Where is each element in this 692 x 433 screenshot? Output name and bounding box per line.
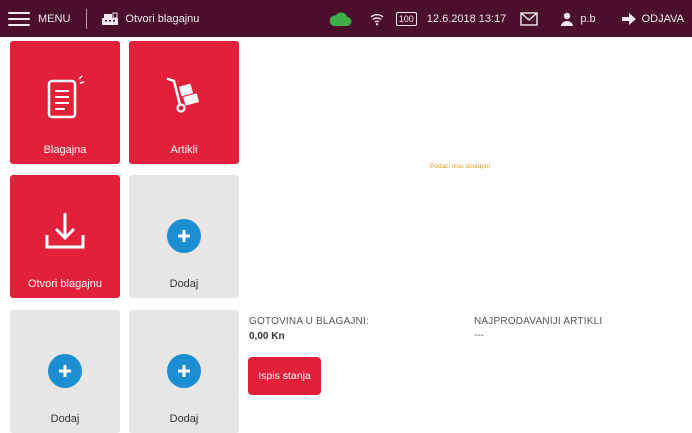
cash-register-icon — [102, 12, 119, 25]
logout-button[interactable]: ODJAVA — [621, 0, 684, 37]
tile-label: Artikli — [170, 144, 198, 156]
top-items-value: --- — [474, 330, 484, 341]
tile-label: Dodaj — [169, 413, 199, 425]
user-icon — [561, 12, 574, 26]
hand-truck-icon — [129, 75, 239, 115]
cash-label: GOTOVINA U BLAGAJNI: — [249, 316, 369, 327]
tile-label: Dodaj — [50, 413, 80, 425]
cash-value: 0,00 Kn — [249, 331, 285, 342]
chart-empty-message: Podaci nisu dostupni — [430, 163, 490, 170]
tile-artikli[interactable]: Artikli — [129, 41, 239, 164]
current-page: Otvori blagajnu — [101, 12, 199, 26]
logout-label: ODJAVA — [641, 12, 684, 25]
cloud-sync-icon — [328, 0, 352, 37]
menu-label: MENU — [38, 12, 71, 25]
tile-add[interactable]: Dodaj — [129, 310, 239, 433]
plus-icon — [129, 219, 239, 253]
tile-label: Otvori blagajnu — [28, 278, 102, 290]
current-page-title: Otvori blagajnu — [125, 12, 200, 25]
hamburger-icon — [8, 11, 30, 26]
arrow-right-icon — [621, 12, 636, 25]
download-tray-icon — [10, 209, 120, 253]
mail-icon[interactable] — [520, 0, 539, 37]
tile-add[interactable]: Dodaj — [10, 310, 120, 433]
tile-add[interactable]: Dodaj — [129, 175, 239, 298]
print-status-button[interactable]: Ispis stanja — [248, 357, 321, 395]
datetime: 12.6.2018 13:17 — [426, 12, 507, 25]
user-menu[interactable]: p.b — [560, 0, 596, 37]
battery-level: 100 — [398, 13, 414, 24]
tile-label: Dodaj — [169, 278, 199, 290]
menu-button[interactable]: MENU — [8, 0, 70, 37]
tile-blagajna[interactable]: Blagajna — [10, 41, 120, 164]
battery-icon: 100 — [395, 11, 417, 26]
tile-otvori-blagajnu[interactable]: Otvori blagajnu — [10, 175, 120, 298]
topbar-divider — [86, 8, 88, 29]
top-items-label: NAJPRODAVANIJI ARTIKLI — [474, 316, 603, 327]
wifi-icon — [370, 0, 384, 37]
plus-icon — [129, 354, 239, 388]
top-bar: MENU Otvori blagajnu 100 12.6.2018 13:17… — [0, 0, 692, 37]
user-name: p.b — [580, 12, 596, 25]
plus-icon — [10, 354, 120, 388]
tile-label: Blagajna — [43, 144, 87, 156]
receipt-icon — [10, 75, 120, 121]
